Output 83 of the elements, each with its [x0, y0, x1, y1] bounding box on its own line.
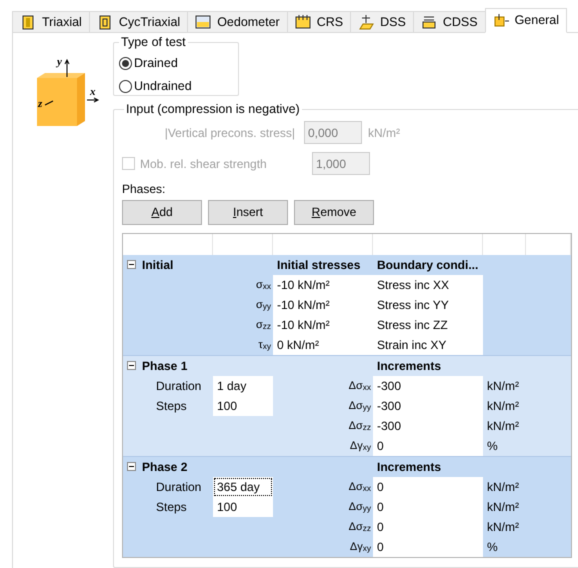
section-title: Phase 2 [142, 458, 188, 476]
field-label: Steps [155, 398, 188, 415]
tab-icon [96, 14, 113, 30]
collapse-icon[interactable] [127, 260, 136, 270]
collapse-icon[interactable] [127, 361, 136, 370]
unit-label: kN/m² [486, 378, 520, 395]
tab[interactable]: General [484, 8, 568, 33]
symbol-label: σ$_{yy}$ [254, 298, 272, 313]
radio-button[interactable] [119, 56, 132, 70]
tab-icon [358, 14, 374, 30]
unit-label: % [486, 538, 499, 556]
tab[interactable]: CycTriaxial [88, 11, 188, 33]
tab[interactable]: Oedometer [187, 11, 288, 33]
radio-button[interactable] [119, 80, 132, 93]
condition-cell[interactable]: Strain inc XY [373, 334, 483, 355]
value-cell[interactable]: 0 [373, 516, 483, 537]
input-field[interactable]: 100 [213, 396, 273, 416]
tab-icon [20, 14, 36, 30]
tab-icon [420, 14, 437, 30]
tab-icon [294, 14, 311, 30]
input-field[interactable]: 1 day [213, 376, 273, 396]
symbol-label: Δσ$_{zz}$ [348, 520, 372, 535]
value-cell[interactable]: -10 kN/m² [273, 274, 373, 295]
axis-label: x [90, 86, 96, 98]
value-cell[interactable]: -300 [373, 416, 483, 436]
group-title: Input (compression is negative) [125, 101, 301, 118]
symbol-label: τ$_{xy}$ [257, 338, 272, 353]
input-field[interactable]: 365 day [213, 476, 273, 497]
column-header: Increments [376, 458, 442, 476]
axis-label: y [57, 56, 62, 68]
column-header: Boundary condi... [376, 256, 480, 274]
tab[interactable]: CDSS [412, 11, 486, 33]
value-cell[interactable]: 0 [373, 436, 483, 456]
symbol-label: Δγ$_{xy}$ [348, 438, 372, 454]
group-title: Type of test [120, 34, 187, 51]
column-header: Initial stresses [276, 256, 362, 274]
condition-cell[interactable]: Stress inc YY [373, 294, 483, 315]
tab-icon [492, 12, 509, 28]
radio-label[interactable]: Drained [134, 54, 178, 73]
column-header: Increments [376, 358, 442, 375]
axis-label: z [38, 98, 42, 110]
symbol-label: Δσ$_{xx}$ [348, 480, 372, 495]
phases-label: Phases: [122, 180, 166, 196]
tab[interactable]: CRS [286, 11, 352, 33]
tab-icon [195, 14, 212, 30]
field-label: |Vertical precons. stress| [164, 124, 296, 142]
input-field[interactable]: 100 [213, 496, 273, 517]
symbol-label: σ$_{xx}$ [254, 278, 272, 293]
unit-label: % [486, 438, 499, 455]
field-label: Duration [155, 478, 202, 496]
action-button[interactable]: Insert [208, 200, 288, 225]
collapse-icon[interactable] [127, 462, 136, 472]
field-label: Duration [155, 378, 202, 395]
unit-label: kN/m² [486, 518, 520, 536]
symbol-label: Δγ$_{xy}$ [348, 540, 372, 555]
action-button[interactable]: Remove [294, 200, 374, 225]
symbol-label: Δσ$_{xx}$ [348, 378, 372, 394]
condition-cell[interactable]: Stress inc ZZ [373, 314, 483, 335]
section-title: Initial [142, 256, 174, 274]
value-cell[interactable]: 0 [373, 536, 483, 557]
value-cell[interactable]: 0 [373, 476, 483, 497]
unit-label: kN/m² [486, 418, 520, 435]
symbol-label: Δσ$_{zz}$ [348, 418, 372, 434]
symbol-label: Δσ$_{yy}$ [348, 398, 372, 414]
field-label: Steps [155, 498, 188, 516]
unit-label: kN/m² [486, 478, 520, 496]
unit-label: kN/m² [368, 124, 400, 142]
tab[interactable]: Triaxial [12, 11, 90, 33]
tab[interactable]: DSS [350, 11, 414, 33]
symbol-label: Δσ$_{yy}$ [348, 500, 372, 515]
symbol-label: σ$_{zz}$ [254, 318, 272, 333]
value-cell[interactable]: 0 kN/m² [273, 334, 373, 355]
value-cell[interactable]: -300 [373, 376, 483, 396]
value-cell[interactable]: 0 [373, 496, 483, 517]
condition-cell[interactable]: Stress inc XX [373, 274, 483, 295]
value-cell[interactable]: -10 kN/m² [273, 294, 373, 315]
section-title: Phase 1 [142, 358, 188, 375]
unit-label: kN/m² [486, 398, 520, 415]
value-cell[interactable]: -300 [373, 396, 483, 416]
action-button[interactable]: Add [122, 200, 202, 225]
unit-label: kN/m² [486, 498, 520, 516]
radio-label[interactable]: Undrained [134, 76, 192, 96]
value-cell[interactable]: -10 kN/m² [273, 314, 373, 335]
